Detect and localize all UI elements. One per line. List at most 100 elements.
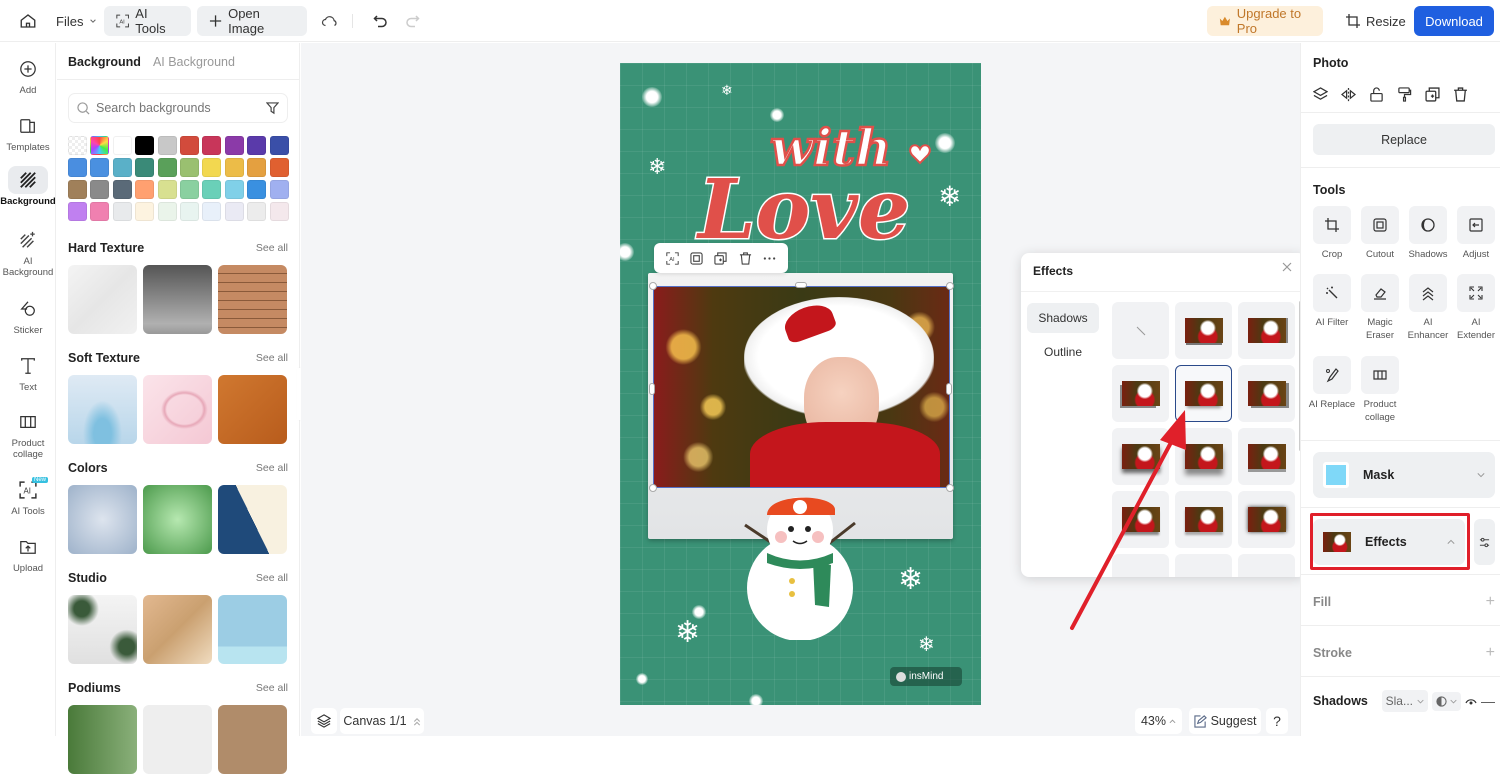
color-swatch[interactable] (202, 202, 222, 221)
rail-item-product-collage[interactable]: Product collage (0, 408, 56, 460)
undo-button[interactable] (370, 10, 392, 32)
green-podium-thumb[interactable] (68, 705, 137, 774)
color-swatch[interactable] (135, 136, 155, 155)
rail-item-upload[interactable]: Upload (0, 533, 56, 574)
delete-button[interactable] (739, 251, 752, 265)
cloud-save-button[interactable] (319, 10, 341, 32)
tab-background[interactable]: Background (68, 55, 141, 69)
color-swatch[interactable] (224, 202, 244, 221)
color-swatch[interactable] (68, 136, 87, 155)
see-all-link[interactable]: See all (256, 242, 288, 254)
color-swatch[interactable] (179, 158, 199, 177)
resize-handle[interactable] (649, 282, 657, 290)
color-swatch[interactable] (247, 202, 267, 221)
search-box[interactable] (68, 93, 288, 123)
cutout-button[interactable] (690, 251, 703, 265)
tool-ai-replace[interactable]: AI Replace (1308, 356, 1356, 411)
resize-handle[interactable] (649, 383, 655, 395)
filter-icon[interactable] (266, 101, 279, 115)
navy-cream-thumb[interactable] (218, 485, 287, 554)
delete-button[interactable] (1453, 87, 1468, 102)
color-swatch[interactable] (202, 158, 222, 177)
tan-podium-thumb[interactable] (218, 705, 287, 774)
color-swatch[interactable] (90, 180, 110, 199)
tool-adjust[interactable]: Adjust (1452, 206, 1500, 261)
add-fill-button[interactable]: + (1486, 593, 1495, 611)
download-button[interactable]: Download (1414, 6, 1494, 36)
search-input[interactable] (96, 101, 256, 115)
close-button[interactable] (1282, 262, 1292, 272)
shadow-preset[interactable] (1238, 365, 1295, 422)
tab-ai-background[interactable]: AI Background (153, 55, 235, 69)
golden-drape-thumb[interactable] (143, 595, 212, 664)
tool-magic-eraser[interactable]: Magic Eraser (1356, 274, 1404, 342)
color-swatch[interactable] (157, 180, 177, 199)
color-swatch[interactable] (135, 158, 155, 177)
color-swatch[interactable] (179, 180, 199, 199)
tool-cutout[interactable]: Cutout (1356, 206, 1404, 261)
green-gradient-thumb[interactable] (143, 485, 212, 554)
tool-product-collage[interactable]: Product collage (1356, 356, 1404, 424)
rail-item-sticker[interactable]: Sticker (0, 295, 56, 336)
shadow-preset[interactable] (1238, 302, 1295, 359)
tab-outline[interactable]: Outline (1027, 337, 1099, 367)
color-swatch[interactable] (202, 180, 222, 199)
color-swatch[interactable] (247, 180, 267, 199)
shadow-preset[interactable] (1238, 491, 1295, 548)
rail-item-add[interactable]: Add (0, 55, 56, 96)
resize-handle[interactable] (946, 383, 952, 395)
mask-accordion[interactable]: Mask (1313, 452, 1495, 498)
ai-action-button[interactable]: AI (666, 251, 679, 265)
upgrade-button[interactable]: Upgrade to Pro (1207, 6, 1323, 36)
color-swatch[interactable] (269, 158, 289, 177)
see-all-link[interactable]: See all (256, 682, 288, 694)
rail-item-templates[interactable]: Templates (0, 112, 56, 153)
color-swatch[interactable] (224, 158, 244, 177)
color-swatch[interactable] (68, 180, 87, 199)
concrete-texture-thumb[interactable] (143, 265, 212, 334)
resize-button[interactable]: Resize (1334, 6, 1418, 36)
canvas-pages-button[interactable]: Canvas 1/1 (340, 708, 424, 734)
tool-crop[interactable]: Crop (1308, 206, 1356, 261)
color-swatch[interactable] (157, 158, 177, 177)
tool-ai-filter[interactable]: AI Filter (1308, 274, 1356, 329)
tool-shadows[interactable]: Shadows (1404, 206, 1452, 261)
home-button[interactable] (17, 10, 39, 32)
color-swatch[interactable] (269, 180, 289, 199)
redo-button[interactable] (401, 10, 423, 32)
color-swatch[interactable] (112, 136, 132, 155)
see-all-link[interactable]: See all (256, 572, 288, 584)
color-swatch[interactable] (269, 202, 289, 221)
layer-order-button[interactable] (1313, 87, 1328, 102)
color-swatch[interactable] (112, 180, 132, 199)
files-menu[interactable]: Files (44, 6, 109, 36)
color-swatch[interactable] (135, 180, 155, 199)
color-swatch[interactable] (68, 202, 87, 221)
color-swatch[interactable] (112, 202, 132, 221)
shadow-preset-none[interactable] (1112, 302, 1169, 359)
water-splash-thumb[interactable] (68, 375, 137, 444)
replace-button[interactable]: Replace (1313, 124, 1495, 155)
effects-settings-button[interactable] (1474, 519, 1495, 565)
rail-item-ai-tools[interactable]: AI New AI Tools (0, 476, 56, 517)
wood-texture-thumb[interactable] (218, 265, 287, 334)
rail-item-text[interactable]: Text (0, 352, 56, 393)
color-swatch[interactable] (269, 136, 289, 155)
shadow-type-select[interactable]: Sla... (1381, 690, 1428, 712)
leaves-studio-thumb[interactable] (68, 595, 137, 664)
color-swatch[interactable] (224, 136, 244, 155)
rail-item-background[interactable]: Background (0, 166, 56, 207)
tool-ai-extender[interactable]: AI Extender (1452, 274, 1500, 342)
resize-handle[interactable] (795, 282, 807, 288)
tool-ai-enhancer[interactable]: AI Enhancer (1404, 274, 1452, 342)
duplicate-button[interactable] (1425, 87, 1440, 102)
zoom-level-button[interactable]: 43% (1135, 708, 1182, 734)
flip-button[interactable] (1341, 87, 1356, 102)
ai-tools-button[interactable]: AI AI Tools (104, 6, 191, 36)
tab-shadows[interactable]: Shadows (1027, 303, 1099, 333)
marble-texture-thumb[interactable] (68, 265, 137, 334)
color-swatch[interactable] (112, 158, 132, 177)
add-stroke-button[interactable]: + (1486, 644, 1495, 662)
color-swatch[interactable] (135, 202, 155, 221)
color-swatch[interactable] (157, 136, 177, 155)
